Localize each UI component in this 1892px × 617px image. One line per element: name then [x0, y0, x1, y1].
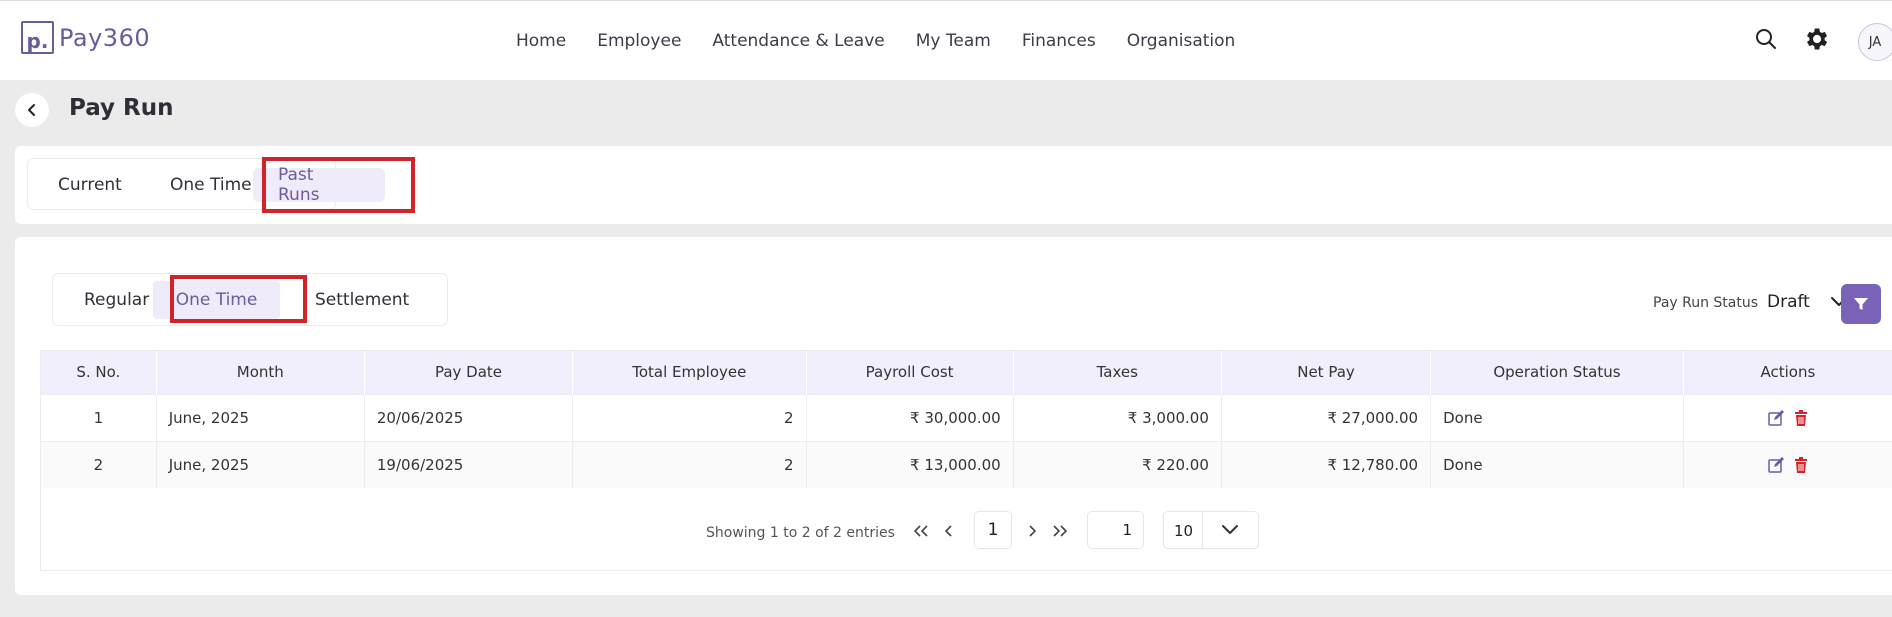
cell-net-pay: ₹ 27,000.00 [1221, 393, 1432, 441]
avatar[interactable]: JA [1858, 23, 1892, 61]
table-row: 2 June, 2025 19/06/2025 2 ₹ 13,000.00 ₹ … [41, 440, 1892, 488]
prev-page-icon[interactable] [943, 524, 955, 542]
filter-button[interactable] [1841, 284, 1881, 324]
next-page-icon[interactable] [1026, 524, 1038, 542]
cell-month: June, 2025 [156, 440, 365, 488]
tab-one-time[interactable]: One Time [170, 159, 252, 211]
page-size-value: 10 [1174, 522, 1194, 540]
chevron-down-icon [1221, 524, 1239, 540]
cell-operation-status: Done [1430, 393, 1684, 441]
cell-pay-date: 20/06/2025 [364, 393, 574, 441]
cell-payroll-cost: ₹ 30,000.00 [806, 393, 1014, 441]
cell-payroll-cost: ₹ 13,000.00 [806, 440, 1014, 488]
column-header: S. No. [41, 351, 157, 394]
pay-run-status-label: Pay Run Status [1653, 295, 1759, 311]
edit-icon[interactable] [1768, 456, 1786, 473]
table-row: 1 June, 2025 20/06/2025 2 ₹ 30,000.00 ₹ … [41, 393, 1892, 441]
top-navbar: p. Pay360 Home Employee Attendance & Lea… [0, 0, 1892, 80]
last-page-icon[interactable] [1051, 524, 1069, 542]
logo-mark: p. [21, 21, 54, 54]
highlight-box [262, 157, 415, 213]
pagination: Showing 1 to 2 of 2 entries 1 1 10 [41, 511, 1892, 559]
cell-month: June, 2025 [156, 393, 365, 441]
delete-icon[interactable] [1794, 456, 1808, 473]
main-nav: Home Employee Attendance & Leave My Team… [516, 1, 1266, 81]
column-header: Payroll Cost [806, 351, 1014, 394]
nav-item-organisation[interactable]: Organisation [1127, 31, 1236, 51]
cell-actions [1683, 393, 1892, 441]
filter-icon [1854, 298, 1868, 310]
pay-run-table: S. No. Month Pay Date Total Employee Pay… [40, 350, 1892, 571]
run-tabs-panel: Current One Time Past Runs [15, 146, 1892, 224]
nav-item-finances[interactable]: Finances [1022, 31, 1096, 51]
column-header: Month [156, 351, 365, 394]
cell-taxes: ₹ 220.00 [1013, 440, 1222, 488]
tab-settlement[interactable]: Settlement [315, 274, 409, 325]
search-icon[interactable] [1754, 27, 1778, 55]
cell-total-employee: 2 [572, 440, 807, 488]
column-header: Net Pay [1221, 351, 1432, 394]
gear-icon[interactable] [1802, 25, 1830, 57]
page-title: Pay Run [69, 95, 174, 121]
pagination-info: Showing 1 to 2 of 2 entries [706, 525, 895, 541]
nav-item-employee[interactable]: Employee [597, 31, 681, 51]
chevron-left-icon [28, 104, 35, 116]
table-header-row: S. No. Month Pay Date Total Employee Pay… [41, 351, 1892, 394]
tab-current[interactable]: Current [58, 159, 122, 211]
highlight-box [170, 275, 307, 323]
tab-regular[interactable]: Regular [84, 274, 149, 325]
nav-item-home[interactable]: Home [516, 31, 566, 51]
column-header: Total Employee [572, 351, 807, 394]
cell-sno: 1 [41, 393, 157, 441]
current-page-button[interactable]: 1 [974, 511, 1012, 549]
column-header: Taxes [1013, 351, 1222, 394]
cell-pay-date: 19/06/2025 [364, 440, 574, 488]
goto-page-input[interactable]: 1 [1087, 511, 1144, 549]
column-header: Pay Date [364, 351, 574, 394]
cell-net-pay: ₹ 12,780.00 [1221, 440, 1432, 488]
pay-run-status-select[interactable]: Draft [1767, 292, 1810, 312]
delete-icon[interactable] [1794, 409, 1808, 426]
cell-operation-status: Done [1430, 440, 1684, 488]
back-button[interactable] [15, 93, 49, 127]
cell-taxes: ₹ 3,000.00 [1013, 393, 1222, 441]
nav-item-my-team[interactable]: My Team [916, 31, 991, 51]
cell-sno: 2 [41, 440, 157, 488]
page-size-select[interactable]: 10 [1163, 511, 1259, 549]
column-header: Actions [1683, 351, 1892, 394]
first-page-icon[interactable] [912, 524, 930, 542]
divider [1202, 512, 1203, 548]
app-logo[interactable]: p. Pay360 [21, 21, 150, 54]
cell-total-employee: 2 [572, 393, 807, 441]
logo-text: Pay360 [59, 23, 151, 52]
nav-item-attendance-leave[interactable]: Attendance & Leave [712, 31, 884, 51]
cell-actions [1683, 440, 1892, 488]
column-header: Operation Status [1430, 351, 1684, 394]
edit-icon[interactable] [1768, 409, 1786, 426]
pay-run-list-panel: Regular One Time Settlement Pay Run Stat… [15, 237, 1892, 595]
